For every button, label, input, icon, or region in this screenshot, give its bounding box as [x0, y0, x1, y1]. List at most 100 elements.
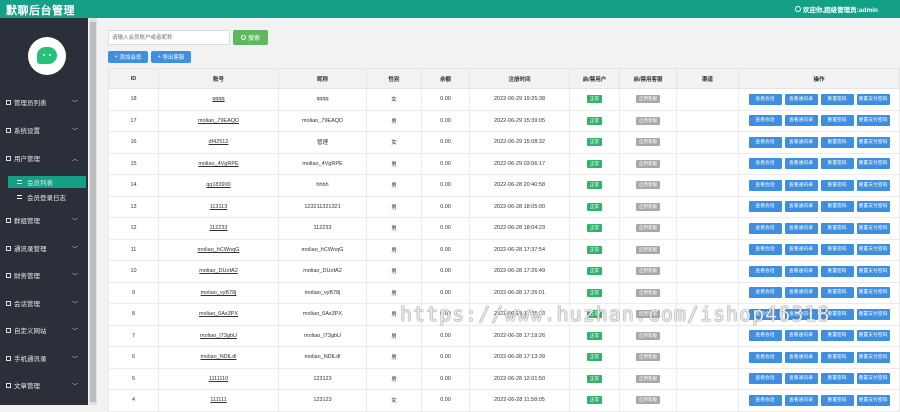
- account-link[interactable]: 113113: [210, 204, 228, 210]
- row-action-button[interactable]: 查看通讯录: [784, 394, 818, 406]
- user-status-toggle[interactable]: 正常: [587, 95, 602, 104]
- row-action-button[interactable]: 查看通讯录: [784, 179, 818, 191]
- cell-account[interactable]: 111111: [158, 389, 279, 412]
- cell-account[interactable]: moliao_I73gbU: [158, 324, 279, 347]
- user-greeting[interactable]: 欢迎你,超级管理员:admin: [794, 4, 878, 14]
- row-action-button[interactable]: 重置密码: [820, 330, 854, 342]
- search-button[interactable]: 搜索: [233, 30, 268, 45]
- user-status-toggle[interactable]: 正常: [587, 267, 602, 276]
- row-action-button[interactable]: 查看通讯录: [784, 330, 818, 342]
- sidebar-item-1[interactable]: 系统设置 ﹀: [0, 121, 88, 139]
- cell-account[interactable]: qqqq: [158, 88, 279, 111]
- row-action-button[interactable]: 查看会话: [748, 308, 782, 320]
- user-status-toggle[interactable]: 正常: [587, 288, 602, 297]
- row-action-button[interactable]: 查看通讯录: [784, 287, 818, 299]
- row-action-button[interactable]: 查看会话: [748, 351, 782, 363]
- row-action-button[interactable]: 重置密码: [820, 179, 854, 191]
- row-action-button[interactable]: 重置支付密码: [856, 330, 890, 342]
- account-link[interactable]: moliao_vyB78j: [201, 290, 237, 296]
- row-action-button[interactable]: 重置支付密码: [856, 222, 890, 234]
- user-status-toggle[interactable]: 正常: [587, 159, 602, 168]
- cell-account[interactable]: qq183900: [158, 174, 279, 197]
- row-action-button[interactable]: 查看通讯录: [784, 222, 818, 234]
- cell-account[interactable]: df42512: [158, 131, 279, 154]
- search-input[interactable]: [108, 30, 230, 45]
- user-status-toggle[interactable]: 正常: [587, 202, 602, 211]
- kefu-status-toggle[interactable]: 启用客服: [636, 159, 660, 168]
- row-action-button[interactable]: 查看会话: [748, 158, 782, 170]
- cell-account[interactable]: moliao_79EAQD: [158, 109, 279, 132]
- row-action-button[interactable]: 查看会话: [748, 201, 782, 213]
- row-action-button[interactable]: 查看会话: [748, 179, 782, 191]
- row-action-button[interactable]: 重置支付密码: [856, 308, 890, 320]
- account-link[interactable]: qqqq: [212, 96, 224, 102]
- row-action-button[interactable]: 重置密码: [820, 115, 854, 127]
- row-action-button[interactable]: 重置支付密码: [856, 93, 890, 105]
- row-action-button[interactable]: 查看会话: [748, 265, 782, 277]
- row-action-button[interactable]: 查看会话: [748, 222, 782, 234]
- row-action-button[interactable]: 查看会话: [748, 394, 782, 406]
- row-action-button[interactable]: 重置密码: [820, 136, 854, 148]
- user-status-toggle[interactable]: 正常: [587, 396, 602, 405]
- row-action-button[interactable]: 查看会话: [748, 287, 782, 299]
- kefu-status-toggle[interactable]: 启用客服: [636, 224, 660, 233]
- account-link[interactable]: 111111: [210, 397, 226, 403]
- row-action-button[interactable]: 重置支付密码: [856, 115, 890, 127]
- cell-account[interactable]: moliao_vyB78j: [158, 281, 279, 304]
- account-link[interactable]: moliao_hCWnqG: [198, 247, 240, 253]
- kefu-status-toggle[interactable]: 启用客服: [636, 245, 660, 254]
- export-kefu-button[interactable]: + 导出客服: [151, 51, 191, 63]
- row-action-button[interactable]: 查看通讯录: [784, 351, 818, 363]
- cell-account[interactable]: moliao_6Ax3PX: [158, 303, 279, 326]
- row-action-button[interactable]: 重置支付密码: [856, 394, 890, 406]
- row-action-button[interactable]: 查看通讯录: [784, 93, 818, 105]
- row-action-button[interactable]: 重置支付密码: [856, 244, 890, 256]
- user-status-toggle[interactable]: 正常: [587, 353, 602, 362]
- row-action-button[interactable]: 重置密码: [820, 265, 854, 277]
- row-action-button[interactable]: 重置密码: [820, 201, 854, 213]
- account-link[interactable]: moliao_6Ax3PX: [199, 311, 238, 317]
- row-action-button[interactable]: 查看会话: [748, 373, 782, 385]
- sidebar-item-8[interactable]: 手机通讯录 ﹀: [0, 349, 88, 367]
- row-action-button[interactable]: 重置密码: [820, 244, 854, 256]
- row-action-button[interactable]: 查看会话: [748, 244, 782, 256]
- cell-account[interactable]: moliao_NDtLdl: [158, 346, 279, 369]
- row-action-button[interactable]: 查看通讯录: [784, 115, 818, 127]
- row-action-button[interactable]: 重置支付密码: [856, 158, 890, 170]
- scrollbar-thumb[interactable]: [90, 22, 96, 402]
- user-status-toggle[interactable]: 正常: [587, 331, 602, 340]
- row-action-button[interactable]: 重置密码: [820, 287, 854, 299]
- row-action-button[interactable]: 查看通讯录: [784, 308, 818, 320]
- kefu-status-toggle[interactable]: 启用客服: [636, 95, 660, 104]
- add-member-button[interactable]: + 添加会员: [108, 51, 148, 63]
- row-action-button[interactable]: 重置支付密码: [856, 351, 890, 363]
- account-link[interactable]: qq183900: [206, 182, 230, 188]
- user-status-toggle[interactable]: 正常: [587, 374, 602, 383]
- cell-account[interactable]: moliao_hCWnqG: [158, 238, 279, 261]
- sidebar-item-3[interactable]: 群组管理 ﹀: [0, 211, 88, 229]
- row-action-button[interactable]: 重置密码: [820, 222, 854, 234]
- account-link[interactable]: 112233: [210, 225, 228, 231]
- user-status-toggle[interactable]: 正常: [587, 181, 602, 190]
- row-action-button[interactable]: 重置支付密码: [856, 373, 890, 385]
- sidebar-item-2[interactable]: 用户管理 ︿: [0, 149, 88, 167]
- cell-account[interactable]: moliao_DUofA2: [158, 260, 279, 283]
- row-action-button[interactable]: 重置支付密码: [856, 136, 890, 148]
- row-action-button[interactable]: 重置密码: [820, 308, 854, 320]
- row-action-button[interactable]: 重置支付密码: [856, 265, 890, 277]
- cell-account[interactable]: 112233: [158, 217, 279, 240]
- kefu-status-toggle[interactable]: 启用客服: [636, 396, 660, 405]
- row-action-button[interactable]: 查看通讯录: [784, 201, 818, 213]
- row-action-button[interactable]: 重置密码: [820, 158, 854, 170]
- row-action-button[interactable]: 重置密码: [820, 351, 854, 363]
- kefu-status-toggle[interactable]: 启用客服: [636, 353, 660, 362]
- row-action-button[interactable]: 查看会话: [748, 93, 782, 105]
- sidebar-scrollbar[interactable]: [89, 18, 97, 405]
- account-link[interactable]: moliao_NDtLdl: [200, 354, 236, 360]
- row-action-button[interactable]: 查看会话: [748, 330, 782, 342]
- kefu-status-toggle[interactable]: 启用客服: [636, 374, 660, 383]
- account-link[interactable]: moliao_4VgRPE: [198, 161, 238, 167]
- sidebar-subitem-1[interactable]: 会员登录日志: [8, 191, 86, 203]
- kefu-status-toggle[interactable]: 启用客服: [636, 331, 660, 340]
- row-action-button[interactable]: 查看通讯录: [784, 244, 818, 256]
